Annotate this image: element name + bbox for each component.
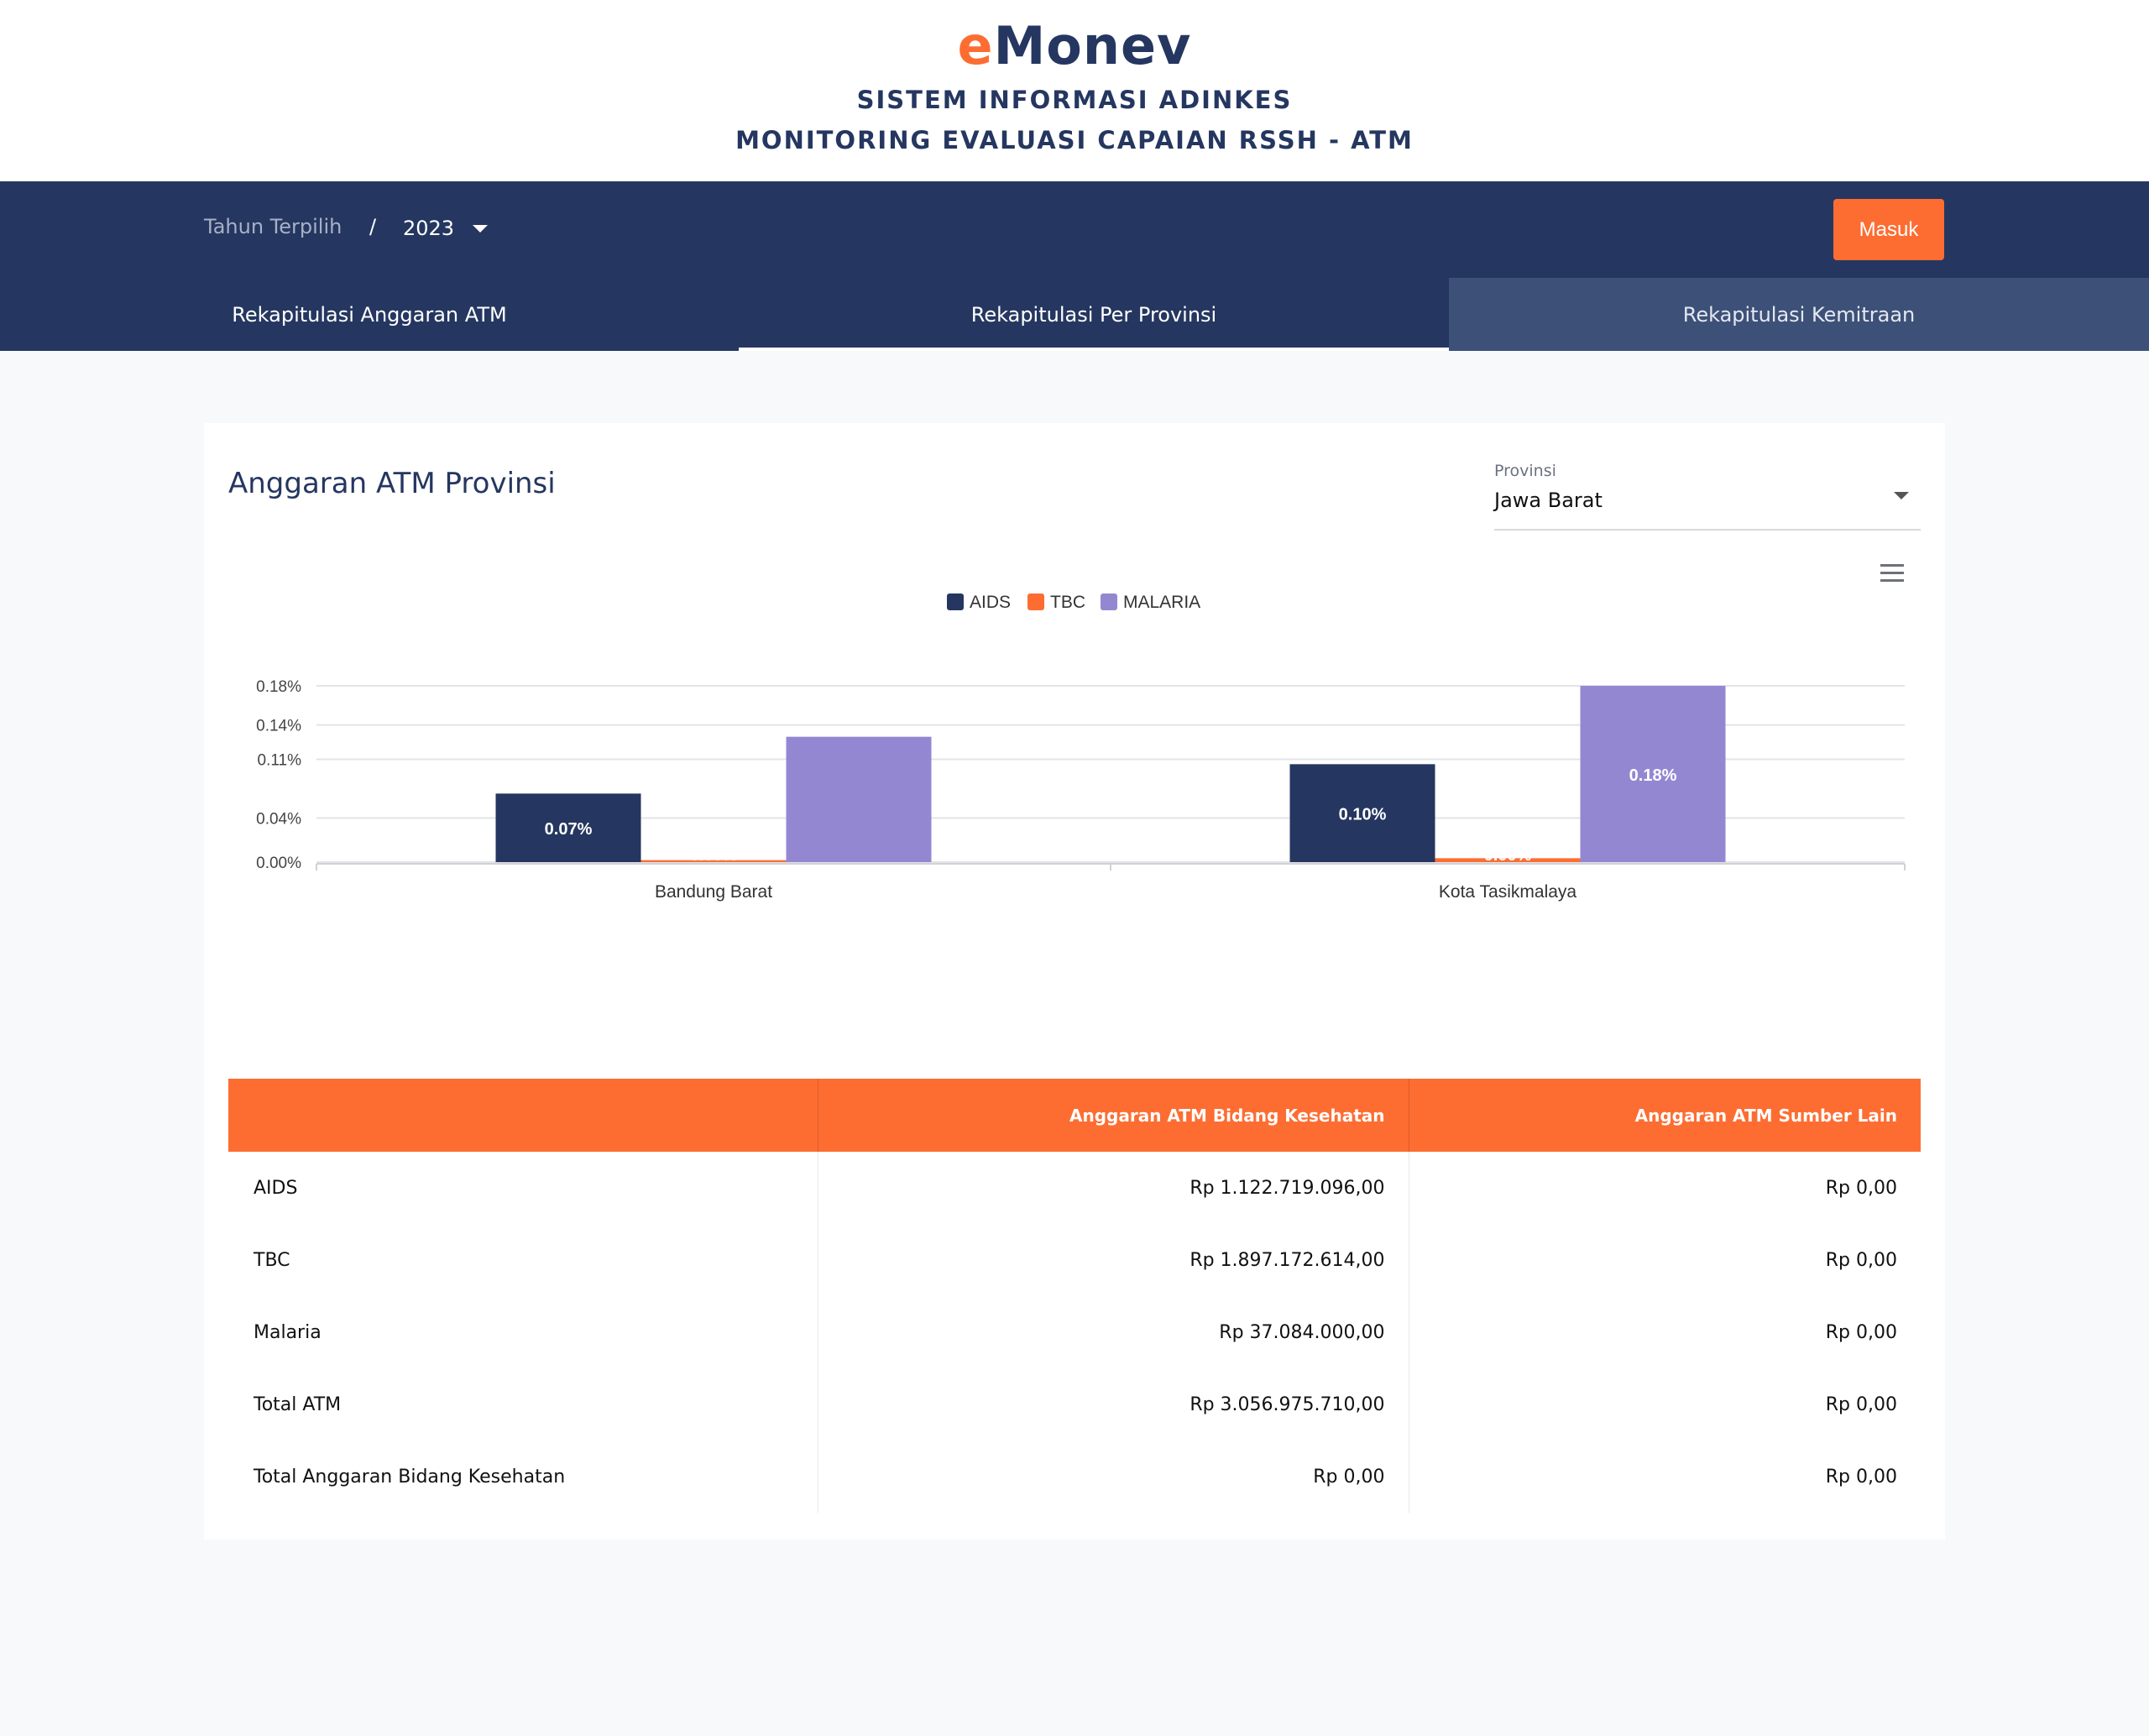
table-cell: Total ATM <box>254 1394 342 1415</box>
table-cell: Rp 37.084.000,00 <box>817 1296 1409 1368</box>
logo-text: Monev <box>993 15 1192 76</box>
tab-rekap-anggaran[interactable]: Rekapitulasi Anggaran ATM <box>0 278 739 351</box>
y-tick-label: 0.04% <box>256 811 301 829</box>
table-row: Malaria Rp 37.084.000,00 Rp 0,00 <box>228 1296 1921 1368</box>
table-row: TBC Rp 1.897.172.614,00 Rp 0,00 <box>228 1224 1921 1296</box>
table-cell: Rp 0,00 <box>1408 1368 1921 1441</box>
bar-data-label: 0.10% <box>1339 806 1387 824</box>
y-tick-label: 0.11% <box>258 752 302 770</box>
bar-data-label: 0.18% <box>1629 766 1677 785</box>
x-tick-label: Bandung Barat <box>655 882 772 902</box>
tab-rekap-kemitraan[interactable]: Rekapitulasi Kemitraan <box>1449 278 2149 351</box>
app-subtitle-secondary: MONITORING EVALUASI CAPAIAN RSSH - ATM <box>735 126 1414 154</box>
chevron-down-icon <box>1894 492 1909 499</box>
x-tick-label: Kota Tasikmalaya <box>1439 882 1577 902</box>
bar-malaria <box>786 736 932 862</box>
table-cell: Rp 1.122.719.096,00 <box>817 1152 1409 1224</box>
province-label: Provinsi <box>1494 462 1556 480</box>
table-row: Total Anggaran Bidang Kesehatan Rp 0,00 Rp… <box>228 1441 1921 1513</box>
table-header-cell <box>228 1079 818 1152</box>
bar-data-label: 0.07% <box>545 820 593 839</box>
tab-rekap-provinsi[interactable]: Rekapitulasi Per Provinsi <box>739 278 1449 351</box>
table-header-row: Anggaran ATM Bidang Kesehatan Anggaran A… <box>228 1079 1921 1152</box>
app-header: eMonev SISTEM INFORMASI ADINKES MONITORI… <box>0 0 2149 181</box>
year-separator: / <box>369 215 377 238</box>
legend-swatch <box>947 593 964 610</box>
logo-e: e <box>957 15 994 76</box>
year-label: Tahun Terpilih <box>204 215 342 238</box>
tab-bar: Rekapitulasi Anggaran ATM Rekapitulasi P… <box>0 278 2149 351</box>
y-tick-label: 0.18% <box>256 678 301 696</box>
table-header-cell: Anggaran ATM Bidang Kesehatan <box>817 1079 1409 1152</box>
table-cell: TBC <box>254 1249 290 1271</box>
legend-label: MALARIA <box>1123 593 1200 612</box>
table-cell: AIDS <box>254 1177 298 1199</box>
table-cell: Rp 0,00 <box>1408 1441 1921 1513</box>
app-logo: eMonev <box>0 15 2149 76</box>
card-title: Anggaran ATM Provinsi <box>228 467 556 500</box>
province-select[interactable]: Provinsi Jawa Barat <box>1494 462 1921 531</box>
budget-bar-chart: AIDS TBC MALARIA 0.00% 0.04% 0.11% 0.14% 0.18% 0… <box>256 593 1906 902</box>
bar-data-label: 0.00% <box>1484 846 1532 865</box>
table-cell: Rp 1.897.172.614,00 <box>817 1224 1409 1296</box>
table-cell: Rp 0,00 <box>1408 1224 1921 1296</box>
bar-data-label: 0.00% <box>690 846 738 865</box>
table-cell: Rp 0,00 <box>817 1441 1409 1513</box>
login-button[interactable]: Masuk <box>1833 199 1944 260</box>
legend-label: AIDS <box>970 593 1011 612</box>
y-tick-label: 0.00% <box>256 855 301 872</box>
table-row: AIDS Rp 1.122.719.096,00 Rp 0,00 <box>228 1152 1921 1224</box>
app-subtitle: SISTEM INFORMASI ADINKES <box>856 86 1293 114</box>
chevron-down-icon <box>473 224 489 233</box>
top-navbar: Tahun Terpilih / 2023 Masuk <box>0 181 2149 278</box>
legend-label: TBC <box>1050 593 1085 612</box>
table-cell: Rp 0,00 <box>1408 1296 1921 1368</box>
table-cell: Total Anggaran Bidang Kesehatan <box>254 1466 566 1488</box>
table-cell: Rp 0,00 <box>1408 1152 1921 1224</box>
table-row: Total ATM Rp 3.056.975.710,00 Rp 0,00 <box>228 1368 1921 1441</box>
legend-swatch <box>1027 593 1044 610</box>
year-value: 2023 <box>403 217 455 240</box>
table-header-cell: Anggaran ATM Sumber Lain <box>1408 1079 1921 1152</box>
budget-table: Anggaran ATM Bidang Kesehatan Anggaran A… <box>228 1079 1921 1513</box>
year-select[interactable]: 2023 <box>403 212 489 245</box>
y-tick-label: 0.14% <box>256 718 301 735</box>
legend-swatch <box>1101 593 1117 610</box>
province-value: Jawa Barat <box>1494 489 1603 512</box>
table-cell: Rp 3.056.975.710,00 <box>817 1368 1409 1441</box>
table-cell: Malaria <box>254 1321 322 1343</box>
province-budget-card: Anggaran ATM Provinsi Provinsi Jawa Bara… <box>204 423 1945 1540</box>
